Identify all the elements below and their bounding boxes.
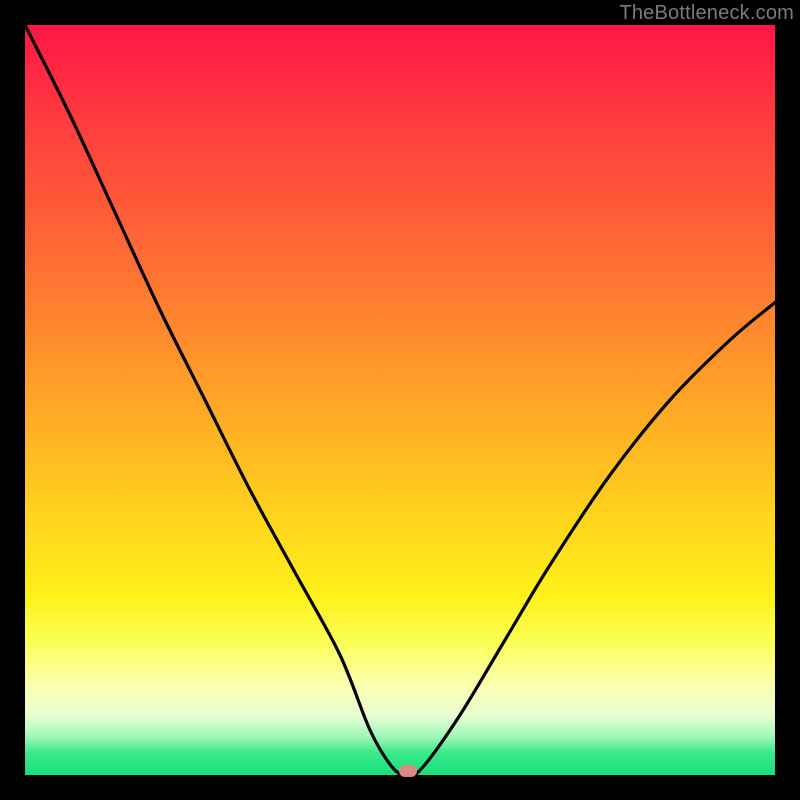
curve-svg xyxy=(25,25,775,775)
plot-area xyxy=(25,25,775,775)
chart-frame: TheBottleneck.com xyxy=(0,0,800,800)
bottleneck-curve xyxy=(25,25,775,775)
minimum-marker xyxy=(399,765,417,777)
watermark-text: TheBottleneck.com xyxy=(619,2,794,25)
